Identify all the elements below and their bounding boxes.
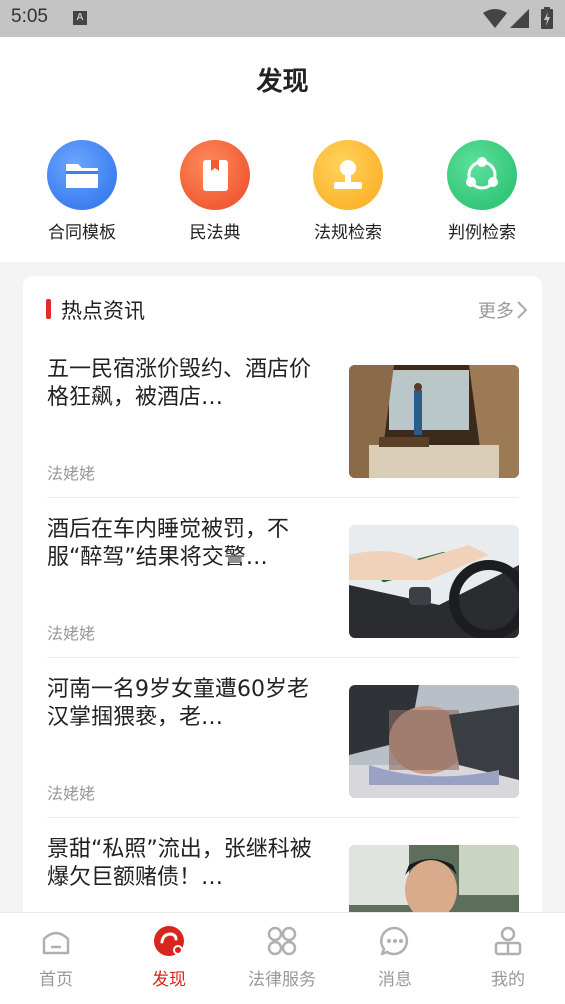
quick-action-label: 法规检索	[314, 223, 382, 243]
page-header: 发现	[0, 37, 565, 122]
tab-label: 消息	[378, 970, 412, 990]
news-source: 法姥姥	[47, 464, 96, 483]
tab-label: 发现	[152, 970, 186, 990]
tab-discover[interactable]: 发现	[119, 923, 219, 990]
quick-action-civil-code[interactable]: 民法典	[155, 140, 275, 243]
discover-icon	[154, 926, 184, 956]
tab-label: 我的	[491, 970, 525, 990]
news-item[interactable]: 酒后在车内睡觉被罚，不服“醉驾”结果将交警… 法姥姥	[23, 498, 542, 658]
tab-profile[interactable]: 我的	[458, 923, 558, 990]
hot-news-title: 热点资讯	[61, 299, 145, 323]
status-bar: 5:05 A	[0, 0, 565, 37]
news-title: 五一民宿涨价毁约、酒店价格狂飙，被酒店…	[47, 357, 312, 410]
news-item[interactable]: 河南一名9岁女童遭60岁老汉掌掴猥亵，老… 法姥姥	[23, 658, 542, 818]
quick-action-label: 判例检索	[448, 223, 516, 243]
wifi-icon	[483, 9, 507, 28]
home-icon	[42, 931, 70, 955]
tab-messages[interactable]: 消息	[345, 923, 445, 990]
chevron-right-icon[interactable]	[516, 300, 528, 320]
status-time: 5:05	[11, 6, 48, 27]
news-title: 景甜“私照”流出，张继科被爆欠巨额赌债！…	[47, 837, 312, 890]
news-thumbnail-image	[349, 685, 519, 798]
tab-label: 首页	[39, 970, 73, 990]
quick-action-regulation-search[interactable]: 法规检索	[288, 140, 408, 243]
news-source: 法姥姥	[47, 784, 96, 803]
tab-label: 法律服务	[248, 970, 316, 990]
news-thumbnail-image	[349, 365, 519, 478]
news-item[interactable]: 五一民宿涨价毁约、酒店价格狂飙，被酒店… 法姥姥	[23, 338, 542, 498]
page-title: 发现	[256, 67, 309, 97]
message-icon	[379, 926, 409, 956]
quick-action-label: 合同模板	[48, 223, 116, 243]
stamp-icon	[313, 140, 383, 210]
hot-news-header: 热点资讯 更多	[23, 276, 542, 338]
book-icon	[180, 140, 250, 210]
share-icon	[447, 140, 517, 210]
quick-actions: 合同模板 民法典 法规检索 判例检索	[0, 122, 565, 262]
notification-badge-icon: A	[73, 11, 87, 25]
quick-action-contract-templates[interactable]: 合同模板	[22, 140, 142, 243]
news-source: 法姥姥	[47, 624, 96, 643]
tab-home[interactable]: 首页	[6, 923, 106, 990]
profile-icon	[494, 926, 522, 956]
tab-legal-services[interactable]: 法律服务	[232, 923, 332, 990]
bottom-tab-bar: 首页 发现 法律服务 消息 我的	[0, 912, 565, 1004]
quick-action-label: 民法典	[189, 223, 241, 243]
news-thumbnail-image	[349, 525, 519, 638]
folder-icon	[47, 140, 117, 210]
section-marker	[46, 299, 51, 319]
services-icon	[267, 926, 297, 956]
signal-icon	[510, 9, 529, 28]
news-title: 河南一名9岁女童遭60岁老汉掌掴猥亵，老…	[47, 677, 309, 730]
news-title: 酒后在车内睡觉被罚，不服“醉驾”结果将交警…	[47, 517, 290, 570]
quick-action-case-search[interactable]: 判例检索	[422, 140, 542, 243]
battery-icon	[541, 7, 553, 29]
more-link[interactable]: 更多	[478, 297, 514, 323]
hot-news-card: 热点资讯 更多 五一民宿涨价毁约、酒店价格狂飙，被酒店… 法姥姥 酒后在车内睡觉…	[23, 276, 542, 936]
